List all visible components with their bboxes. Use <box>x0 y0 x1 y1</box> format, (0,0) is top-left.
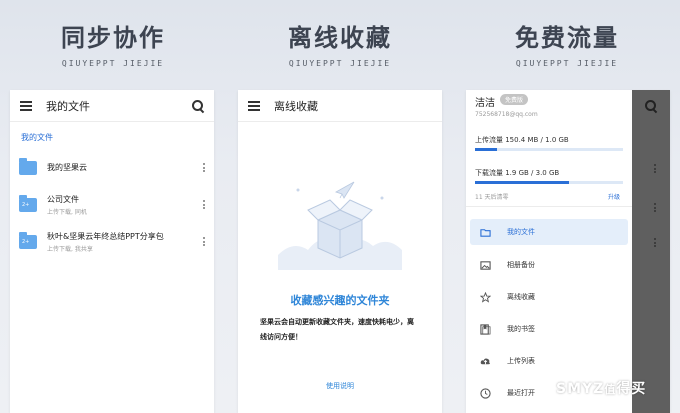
menu-item-label: 我的书签 <box>507 325 535 333</box>
heading-title: 同步协作 <box>61 24 165 52</box>
user-email: 752568718@qq.com <box>475 111 538 118</box>
star-icon <box>480 291 491 303</box>
heading-traffic: 免费流量 QIUYEPPT JIEJIE <box>454 18 680 68</box>
more-options-icon <box>654 238 656 249</box>
list-item[interactable]: 2+ 秋叶&坚果云年终总结PPT分享包 上传下载, 我共享 <box>10 223 214 260</box>
cloud-upload-icon <box>480 358 490 364</box>
watermark-suffix: 得买 <box>616 381 647 397</box>
more-options-icon[interactable] <box>202 163 206 172</box>
files-screen: 我的文件 我的文件 我的坚果云 2+ 公司文件 上传下载, 同机 2+ 秋叶&坚… <box>10 90 214 413</box>
upload-quota-label: 上传流量 150.4 MB / 1.0 GB <box>475 136 569 144</box>
menu-item-label: 最近打开 <box>507 389 535 397</box>
upload-quota-fill <box>475 148 497 151</box>
list-item[interactable]: 2+ 公司文件 上传下载, 同机 <box>10 186 214 223</box>
menu-item-offline[interactable]: 离线收藏 <box>470 284 628 310</box>
plan-badge: 免费版 <box>500 94 529 105</box>
empty-state-title: 收藏感兴趣的文件夹 <box>290 294 390 307</box>
menu-item-label: 相册备份 <box>507 261 535 269</box>
heading-offline: 离线收藏 QIUYEPPT JIEJIE <box>227 18 453 68</box>
watermark-zhi: 值 <box>604 383 617 396</box>
empty-box-illustration <box>278 181 402 270</box>
divider <box>466 206 632 207</box>
file-name: 我的坚果云 <box>47 163 87 172</box>
file-name: 秋叶&坚果云年终总结PPT分享包 <box>47 231 164 241</box>
heading-sync: 同步协作 QIUYEPPT JIEJIE <box>0 18 226 68</box>
empty-state-description: 坚果云会自动更新收藏文件夹，速度快耗电少，离线访问方便！ <box>260 318 414 341</box>
usage-guide-link[interactable]: 使用说明 <box>238 381 442 391</box>
download-quota-fill <box>475 181 569 184</box>
menu-icon[interactable] <box>248 100 260 111</box>
page-title: 离线收藏 <box>274 99 318 113</box>
watermark-logo: SMYZ值得买 <box>556 378 646 398</box>
heading-subtitle: QIUYEPPT JIEJIE <box>61 59 165 68</box>
folder-icon <box>480 228 491 237</box>
file-meta: 上传下载, 同机 <box>47 208 87 216</box>
more-options-icon <box>654 203 656 214</box>
offline-screen: 离线收藏 收藏感兴趣的文件夹 坚果云会自动更新收藏文件夹，速度快耗电少，离线访问… <box>238 90 442 413</box>
bookmark-icon <box>480 323 491 335</box>
user-name: 洁洁 <box>475 98 495 109</box>
heading-subtitle: QIUYEPPT JIEJIE <box>515 59 619 68</box>
more-options-icon[interactable] <box>202 237 206 246</box>
clock-icon <box>480 387 491 399</box>
more-options-icon <box>654 164 656 175</box>
drawer-scrim[interactable] <box>632 90 670 413</box>
menu-item-bookmarks[interactable]: 我的书签 <box>470 316 628 342</box>
download-quota-bar <box>475 181 623 184</box>
app-bar: 离线收藏 <box>238 90 442 122</box>
shared-folder-icon: 2+ <box>19 194 37 212</box>
menu-item-upload-list[interactable]: 上传列表 <box>470 348 628 374</box>
drawer-screen: 洁洁 免费版 752568718@qq.com 上传流量 150.4 MB / … <box>466 90 670 413</box>
menu-item-label: 我的文件 <box>507 228 535 236</box>
file-name: 公司文件 <box>47 194 79 204</box>
heading-subtitle: QIUYEPPT JIEJIE <box>288 59 392 68</box>
upload-quota-bar <box>475 148 623 151</box>
app-bar: 我的文件 <box>10 90 214 122</box>
search-icon[interactable] <box>192 99 204 112</box>
folder-tag: 2+ <box>22 201 30 208</box>
photo-icon <box>480 260 491 270</box>
breadcrumb[interactable]: 我的文件 <box>10 122 214 149</box>
menu-icon[interactable] <box>20 100 32 111</box>
search-icon <box>645 100 657 112</box>
list-item[interactable]: 我的坚果云 <box>10 149 214 186</box>
file-meta: 上传下载, 我共享 <box>47 245 93 253</box>
more-options-icon[interactable] <box>202 200 206 209</box>
upgrade-link[interactable]: 升级 <box>608 192 620 201</box>
menu-item-label: 离线收藏 <box>507 293 535 301</box>
navigation-drawer: 洁洁 免费版 752568718@qq.com 上传流量 150.4 MB / … <box>466 90 632 413</box>
menu-item-my-files[interactable]: 我的文件 <box>470 219 628 245</box>
quota-reset-text: 11 天后清零 <box>475 194 509 201</box>
folder-tag: 2+ <box>22 238 30 245</box>
download-quota-label: 下载流量 1.9 GB / 3.0 GB <box>475 169 560 177</box>
heading-title: 免费流量 <box>515 24 619 52</box>
menu-item-photo-backup[interactable]: 相册备份 <box>470 252 628 278</box>
heading-title: 离线收藏 <box>288 24 392 52</box>
shared-folder-icon: 2+ <box>19 231 37 249</box>
page-title: 我的文件 <box>46 99 90 113</box>
watermark-brand: SMYZ <box>556 381 605 397</box>
folder-icon <box>19 157 37 175</box>
menu-item-label: 上传列表 <box>507 357 535 365</box>
